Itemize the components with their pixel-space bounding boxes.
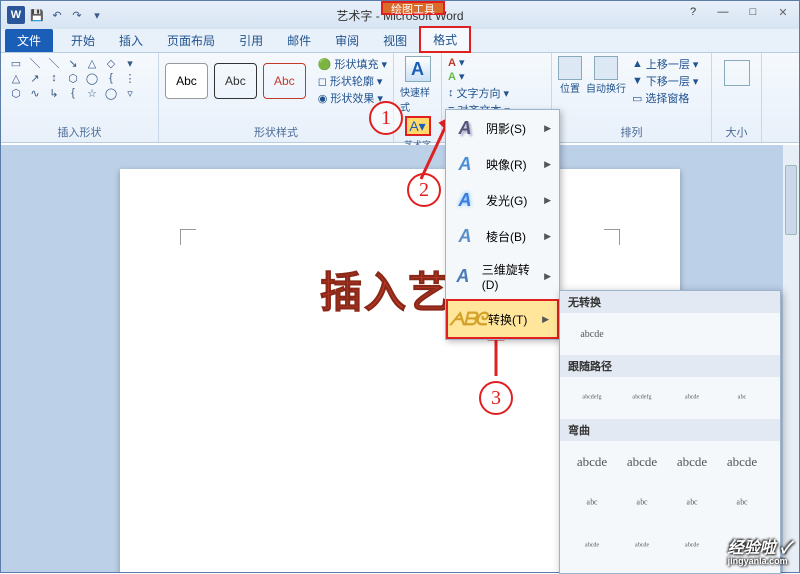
- qat-more-icon[interactable]: ▾: [89, 7, 105, 23]
- text-fill-button[interactable]: A▾: [448, 56, 545, 69]
- selection-pane-button[interactable]: ▭ 选择窗格: [632, 90, 698, 106]
- word-app-icon: W: [7, 6, 25, 24]
- shape-fill-button[interactable]: 🟢 形状填充 ▾: [318, 56, 387, 72]
- tab-file[interactable]: 文件: [5, 29, 53, 52]
- wrap-text-button[interactable]: [594, 56, 618, 80]
- shape-style-1[interactable]: Abc: [165, 63, 208, 99]
- group-label-styles: 形状样式: [165, 122, 387, 142]
- transform-warp-9[interactable]: ᵃᵇᶜᵈᵉ: [570, 531, 614, 561]
- tab-home[interactable]: 开始: [59, 29, 107, 52]
- flyout-header-none: 无转换: [560, 291, 780, 313]
- annotation-1: 1: [369, 101, 403, 135]
- context-tool-tab: 绘图工具: [381, 1, 445, 15]
- flyout-header-warp: 弯曲: [560, 419, 780, 441]
- save-icon[interactable]: 💾: [29, 7, 45, 23]
- transform-warp-10[interactable]: ᵃᵇᶜᵈᵉ: [620, 531, 664, 561]
- tab-layout[interactable]: 页面布局: [155, 29, 227, 52]
- tab-insert[interactable]: 插入: [107, 29, 155, 52]
- transform-none[interactable]: abcde: [570, 319, 614, 349]
- group-label-arrange: 排列: [558, 122, 705, 142]
- transform-path-1[interactable]: ᵃᵇᶜᵈᵉᶠᵍ: [570, 383, 614, 413]
- tab-review[interactable]: 审阅: [323, 29, 371, 52]
- margin-corner: [180, 229, 196, 245]
- close-button[interactable]: ✕: [769, 3, 797, 21]
- shape-style-3[interactable]: Abc: [263, 63, 306, 99]
- menu-shadow[interactable]: A阴影(S)▶: [446, 110, 559, 146]
- vertical-scrollbar[interactable]: [782, 145, 799, 572]
- position-button[interactable]: [558, 56, 582, 80]
- flyout-header-path: 跟随路径: [560, 355, 780, 377]
- transform-path-4[interactable]: ᵃᵇᶜ: [720, 383, 764, 413]
- menu-3d-rotation[interactable]: A三维旋转(D)▶: [446, 254, 559, 299]
- size-button[interactable]: [724, 60, 750, 86]
- menu-glow[interactable]: A发光(G)▶: [446, 182, 559, 218]
- shape-style-2[interactable]: Abc: [214, 63, 257, 99]
- transform-warp-5[interactable]: ᵃᵇᶜ: [570, 489, 614, 519]
- transform-warp-8[interactable]: ᵃᵇᶜ: [720, 489, 764, 519]
- transform-warp-7[interactable]: ᵃᵇᶜ: [670, 489, 714, 519]
- tab-references[interactable]: 引用: [227, 29, 275, 52]
- transform-path-3[interactable]: ᵃᵇᶜᵈᵉ: [670, 383, 714, 413]
- minimize-button[interactable]: —: [709, 3, 737, 21]
- tab-format[interactable]: 格式: [419, 26, 471, 53]
- margin-corner: [604, 229, 620, 245]
- watermark: 经验啦 ✓ jingyanla.com: [728, 541, 791, 566]
- shapes-gallery[interactable]: ▭＼＼↘△◇▾ △↗↕⬡◯{⋮ ⬡∿↳{☆◯▿: [7, 56, 152, 100]
- undo-icon[interactable]: ↶: [49, 7, 65, 23]
- text-effects-menu: A阴影(S)▶ A映像(R)▶ A发光(G)▶ A棱台(B)▶ A三维旋转(D)…: [445, 109, 560, 340]
- transform-path-2[interactable]: ᵃᵇᶜᵈᵉᶠᵍ: [620, 383, 664, 413]
- transform-gallery: 无转换 abcde 跟随路径 ᵃᵇᶜᵈᵉᶠᵍ ᵃᵇᶜᵈᵉᶠᵍ ᵃᵇᶜᵈᵉ ᵃᵇᶜ…: [559, 290, 781, 574]
- maximize-button[interactable]: □: [739, 3, 767, 21]
- group-label-size: 大小: [718, 122, 755, 142]
- tab-view[interactable]: 视图: [371, 29, 419, 52]
- send-backward-button[interactable]: ▼ 下移一层 ▾: [632, 73, 698, 89]
- transform-warp-2[interactable]: abcde: [620, 447, 664, 477]
- bring-forward-button[interactable]: ▲ 上移一层 ▾: [632, 56, 698, 72]
- redo-icon[interactable]: ↷: [69, 7, 85, 23]
- text-outline-button[interactable]: A▾: [448, 70, 545, 83]
- transform-warp-3[interactable]: abcde: [670, 447, 714, 477]
- annotation-3: 3: [479, 381, 513, 415]
- quick-style-button[interactable]: A: [405, 56, 431, 82]
- menu-bevel[interactable]: A棱台(B)▶: [446, 218, 559, 254]
- menu-reflection[interactable]: A映像(R)▶: [446, 146, 559, 182]
- tab-mail[interactable]: 邮件: [275, 29, 323, 52]
- text-direction-button[interactable]: ↕ 文字方向 ▾: [448, 85, 545, 101]
- transform-warp-4[interactable]: abcde: [720, 447, 764, 477]
- menu-transform[interactable]: ᗅᗷᘓ转换(T)▶: [446, 299, 559, 339]
- shape-outline-button[interactable]: ◻ 形状轮廓 ▾: [318, 73, 387, 89]
- help-button[interactable]: ?: [679, 3, 707, 21]
- transform-warp-1[interactable]: abcde: [570, 447, 614, 477]
- transform-warp-11[interactable]: ᵃᵇᶜᵈᵉ: [670, 531, 714, 561]
- group-label-shapes: 插入形状: [7, 122, 152, 142]
- transform-warp-6[interactable]: ᵃᵇᶜ: [620, 489, 664, 519]
